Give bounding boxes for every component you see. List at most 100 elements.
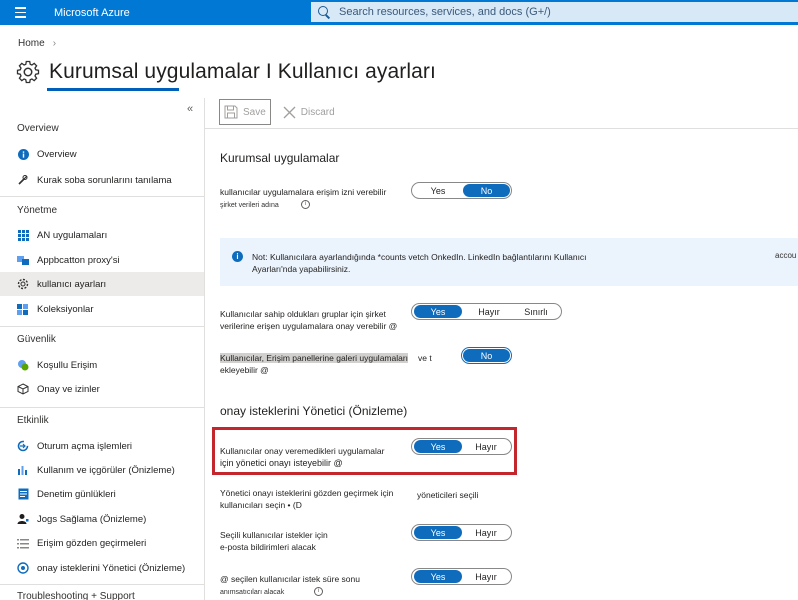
toggle-option-no[interactable]: No — [463, 349, 510, 362]
sidebar-item-diagnose[interactable]: Kurak soba sorunlarını tanılama — [0, 168, 204, 192]
section-title-enterprise-apps: Kurumsal uygulamalar — [220, 151, 340, 165]
chevron-right-icon: › — [52, 38, 57, 49]
toggle-option-yes[interactable]: Yes — [414, 570, 462, 583]
toggle-option-no[interactable]: Hayır — [462, 526, 510, 539]
toggle-group-consent[interactable]: Yes Hayır Sınırlı — [411, 303, 562, 320]
setting-label-request-admin-consent: Kullanıcılar onay veremedikleri uygulama… — [220, 446, 385, 468]
toggle-option-yes[interactable]: Yes — [413, 184, 463, 197]
toggle-gallery-apps[interactable]: No — [461, 347, 512, 364]
sidebar-item-conditional-access[interactable]: Koşullu Erişim — [0, 353, 204, 377]
setting-label-email-notifications: Seçili kullanıcılar istekler için e-post… — [220, 530, 328, 552]
sidebar-item-label: kullanıcı ayarları — [37, 278, 107, 290]
bar-chart-icon — [17, 464, 29, 476]
sidebar-item-access-reviews[interactable]: Erişim gözden geçirmeleri — [0, 531, 204, 555]
save-icon — [224, 105, 238, 119]
hamburger-menu-icon[interactable] — [0, 0, 40, 25]
sidebar-item-audit-logs[interactable]: Denetim günlükleri — [0, 482, 204, 506]
breadcrumb-home-link[interactable]: Home — [18, 38, 45, 49]
toggle-user-consent[interactable]: Yes No — [411, 182, 512, 199]
sidebar-item-admin-consent-requests[interactable]: onay isteklerini Yönetici (Önizleme) — [0, 556, 204, 580]
collection-icon — [17, 303, 29, 315]
search-icon — [317, 5, 331, 19]
sidebar-section-activity: Etkinlik — [17, 415, 49, 426]
info-icon[interactable]: i — [314, 587, 324, 597]
sidebar-item-app-proxy[interactable]: Appbcatton proxy'si — [0, 248, 204, 272]
toggle-request-admin-consent[interactable]: Yes Hayır — [411, 438, 512, 455]
sidebar-section-manage: Yönetme — [17, 205, 58, 216]
wrench-icon — [17, 174, 29, 186]
sidebar-item-label: Koleksiyonlar — [37, 303, 94, 315]
consent-icon — [17, 562, 29, 574]
sidebar-item-label: Kurak soba sorunlarını tanılama — [37, 174, 172, 186]
search-placeholder: Search resources, services, and docs (G+… — [339, 6, 551, 18]
sidebar-item-label: Erişim gözden geçirmeleri — [37, 537, 147, 549]
list-icon — [17, 537, 29, 549]
breadcrumb: Home › — [18, 38, 56, 49]
sidebar-section-security: Güvenlik — [17, 334, 56, 345]
select-reviewers-link[interactable]: yöneticileri seçili — [417, 489, 478, 501]
proxy-icon — [17, 254, 29, 266]
sidebar-item-label: Koşullu Erişim — [37, 359, 98, 371]
toggle-option-yes[interactable]: Yes — [414, 440, 462, 453]
info-icon — [17, 148, 29, 160]
grid-icon — [17, 229, 29, 241]
toggle-option-yes[interactable]: Yes — [414, 526, 462, 539]
toggle-option-no[interactable]: Hayır — [462, 570, 510, 583]
info-banner-trailing-text: accou — [775, 251, 797, 260]
close-icon — [283, 106, 296, 118]
cube-icon — [17, 383, 29, 395]
global-search-box[interactable]: Search resources, services, and docs (G+… — [311, 2, 798, 22]
sidebar-item-label: onay isteklerini Yönetici (Önizleme) — [37, 562, 186, 574]
toggle-option-limited[interactable]: Sınırlı — [516, 305, 556, 318]
sidebar-item-usage-insights[interactable]: Kullanım ve içgörüler (Önizleme) — [0, 458, 204, 482]
sidebar-item-overview[interactable]: Overview — [0, 142, 204, 166]
setting-label-user-consent: kullanıcılar uygulamalara erişim izni ve… — [220, 187, 387, 210]
sidebar-item-all-apps[interactable]: AN uygulamaları — [0, 223, 204, 247]
page-header: Kurumsal uygulamalar I Kullanıcı ayarlar… — [16, 60, 436, 84]
toggle-option-no[interactable]: No — [463, 184, 510, 197]
toggle-email-notifications[interactable]: Yes Hayır — [411, 524, 512, 541]
toggle-option-no[interactable]: Hayır — [462, 305, 516, 318]
collapse-sidebar-icon[interactable]: « — [187, 103, 193, 115]
discard-button-label: Discard — [300, 106, 335, 118]
info-icon[interactable]: i — [300, 200, 310, 210]
toggle-option-no[interactable]: Hayır — [462, 440, 510, 453]
title-accent-underline — [47, 88, 179, 91]
sidebar-item-label: Onay ve izinler — [37, 383, 100, 395]
info-icon: i — [232, 251, 243, 262]
setting-label-gallery-apps: Kullanıcılar, Erişim panellerine galeri … — [220, 353, 432, 375]
discard-button[interactable]: Discard — [283, 106, 335, 119]
gear-icon — [16, 60, 40, 84]
brand-label[interactable]: Microsoft Azure — [40, 7, 296, 19]
sidebar-item-label: AN uygulamaları — [37, 229, 108, 241]
toggle-option-yes[interactable]: Yes — [414, 305, 462, 318]
sidebar-item-provisioning-logs[interactable]: Jogs Sağlama (Önizleme) — [0, 507, 204, 531]
page-title: Kurumsal uygulamalar I Kullanıcı ayarlar… — [49, 60, 436, 83]
person-icon — [17, 513, 29, 525]
sidebar-item-label: Oturum açma işlemleri — [37, 440, 133, 452]
signin-icon — [17, 440, 29, 452]
info-banner-text: Not: Kullanıcılara ayarlandığında *count… — [252, 252, 587, 274]
setting-label-expiry-reminders: @ seçilen kullanıcılar istek süre sonu a… — [220, 574, 360, 597]
sidebar-item-label: Appbcatton proxy'si — [37, 254, 120, 266]
setting-label-select-reviewers: Yönetici onayı isteklerini gözden geçirm… — [220, 488, 394, 510]
sidebar-item-label: Overview — [37, 148, 77, 160]
sidebar-divider — [0, 584, 204, 585]
gear-icon — [17, 278, 29, 290]
sidebar-item-consent-permissions[interactable]: Onay ve izinler — [0, 377, 204, 401]
toggle-expiry-reminders[interactable]: Yes Hayır — [411, 568, 512, 585]
linkedin-info-banner: i Not: Kullanıcılara ayarlandığında *cou… — [220, 238, 798, 286]
setting-label-group-consent: Kullanıcılar sahip oldukları gruplar içi… — [220, 309, 398, 331]
sidebar-item-label: Jogs Sağlama (Önizleme) — [37, 513, 147, 525]
sidebar-divider — [0, 196, 204, 197]
sidebar-item-collections[interactable]: Koleksiyonlar — [0, 297, 204, 321]
sidebar-item-label: Denetim günlükleri — [37, 488, 116, 500]
section-title-admin-consent: onay isteklerini Yönetici (Önizleme) — [220, 404, 408, 418]
sidebar-item-sign-ins[interactable]: Oturum açma işlemleri — [0, 434, 204, 458]
save-button[interactable]: Save — [219, 99, 271, 125]
sidebar-section-overview: Overview — [17, 123, 59, 134]
sidebar-item-label: Kullanım ve içgörüler (Önizleme) — [37, 464, 175, 476]
sidebar-item-user-settings[interactable]: kullanıcı ayarları — [0, 272, 204, 296]
sidebar-divider — [0, 326, 204, 327]
azure-top-bar: Microsoft Azure Search resources, servic… — [0, 0, 798, 25]
